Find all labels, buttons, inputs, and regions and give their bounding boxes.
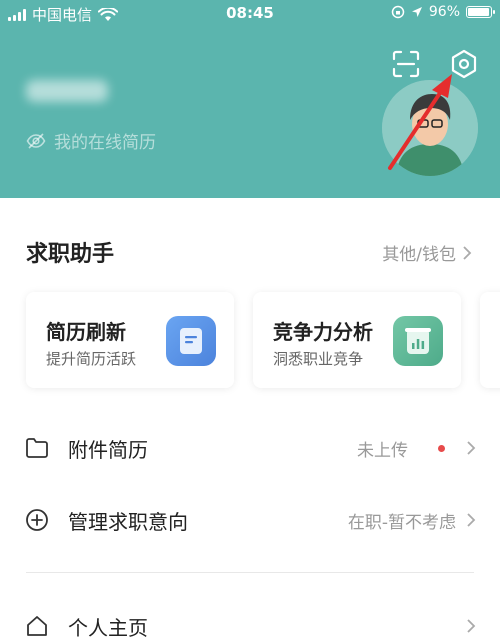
list-item-attachment-resume[interactable]: 附件简历 未上传	[0, 428, 500, 468]
card-title: 简历刷新	[46, 320, 126, 344]
annotation-arrow	[388, 74, 452, 170]
list-item-label: 管理求职意向	[68, 509, 188, 534]
folder-icon	[24, 435, 50, 461]
card-title: 竞争力分析	[273, 320, 373, 344]
chevron-right-icon	[467, 441, 476, 455]
section-title-job-assistant: 求职助手	[26, 242, 115, 267]
list-item-value: 未上传	[357, 440, 408, 461]
card-subtitle: 洞悉职业竞争	[273, 350, 364, 368]
chevron-right-icon	[467, 619, 476, 633]
list-divider	[26, 572, 474, 573]
battery-icon	[466, 6, 495, 18]
list-item-label: 个人主页	[68, 615, 148, 640]
battery-percent: 96%	[428, 4, 460, 20]
status-right: 96%	[391, 4, 495, 20]
list-item-personal-homepage[interactable]: 个人主页	[0, 606, 500, 644]
card-competitiveness-analysis[interactable]: 竞争力分析 洞悉职业竞争	[253, 292, 461, 388]
chevron-right-icon	[467, 513, 476, 527]
orientation-lock-icon	[391, 5, 405, 19]
username-blurred	[26, 80, 108, 102]
other-wallet-link[interactable]: 其他/钱包	[382, 240, 472, 265]
list-item-value: 在职-暂不考虑	[347, 512, 456, 533]
plus-circle-icon	[24, 507, 50, 533]
card-resume-refresh[interactable]: 简历刷新 提升简历活跃	[26, 292, 234, 388]
list-item-job-intention[interactable]: 管理求职意向 在职-暂不考虑	[0, 500, 500, 540]
other-wallet-label: 其他/钱包	[382, 245, 456, 265]
notification-dot	[438, 444, 445, 452]
card-partial[interactable]	[480, 292, 500, 388]
battery-fill	[468, 8, 490, 16]
online-resume-link[interactable]: 我的在线简历	[26, 128, 156, 153]
status-bar: 中国电信 08:45 96%	[0, 0, 500, 26]
location-arrow-icon	[411, 7, 422, 17]
chart-icon	[393, 316, 443, 366]
list-item-label: 附件简历	[68, 437, 148, 462]
card-subtitle: 提升简历活跃	[46, 350, 137, 368]
home-icon	[24, 613, 50, 639]
eye-off-icon	[26, 132, 46, 149]
document-icon	[166, 316, 216, 366]
chevron-right-icon	[463, 245, 472, 260]
online-resume-label: 我的在线简历	[54, 133, 156, 153]
